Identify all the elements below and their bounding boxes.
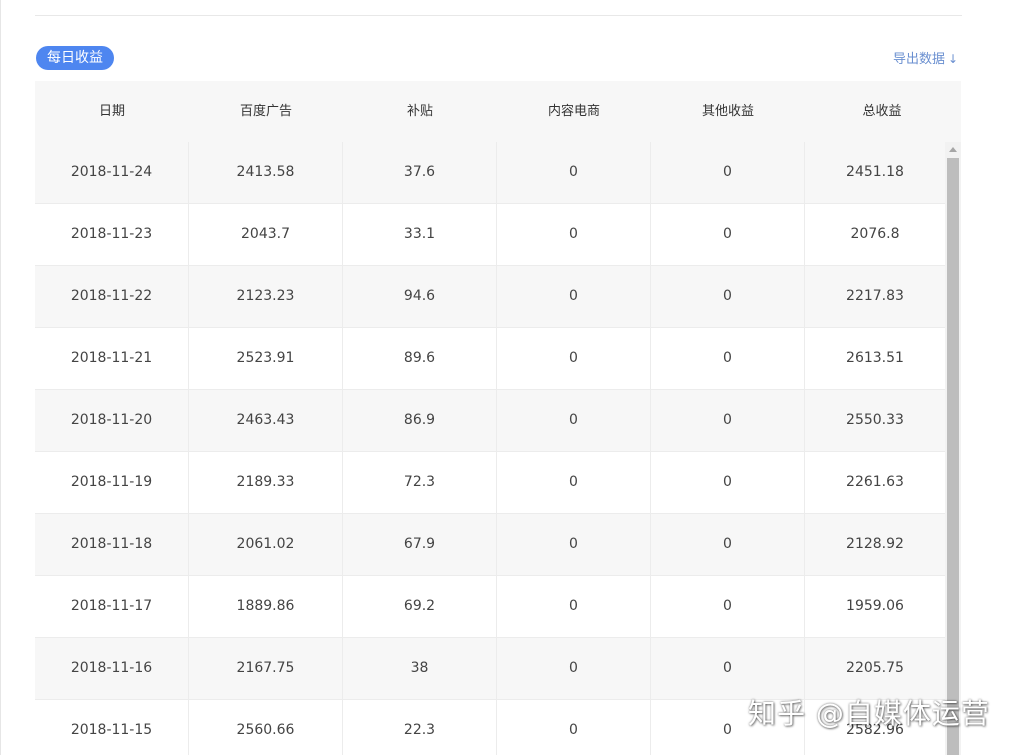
column-header-other-earnings[interactable]: 其他收益 (651, 81, 805, 142)
cell-baidu-ads: 2523.91 (189, 328, 343, 389)
table-row: 2018-11-22 2123.23 94.6 0 0 2217.83 (35, 266, 945, 328)
cell-content-ecommerce: 0 (497, 266, 651, 327)
cell-total-earnings: 2076.8 (850, 226, 900, 242)
table-header: 日期 百度广告 补贴 内容电商 其他收益 总收益 (35, 81, 961, 142)
cell-baidu-ads: 2413.58 (189, 142, 343, 203)
scroll-up-icon[interactable] (949, 147, 957, 152)
cell-total-earnings: 1959.06 (846, 598, 904, 614)
cell-content-ecommerce: 0 (497, 204, 651, 265)
watermark-text: 知乎 @自媒体运营 (748, 697, 990, 730)
cell-date: 2018-11-15 (35, 700, 189, 755)
cell-subsidy: 33.1 (343, 204, 497, 265)
cell-date: 2018-11-24 (35, 142, 189, 203)
cell-baidu-ads: 2167.75 (189, 638, 343, 699)
table-row: 2018-11-18 2061.02 67.9 0 0 2128.92 (35, 514, 945, 576)
cell-baidu-ads: 2463.43 (189, 390, 343, 451)
download-arrow-icon: ↓ (948, 52, 959, 66)
table-row: 2018-11-19 2189.33 72.3 0 0 2261.63 (35, 452, 945, 514)
cell-total-earnings: 2451.18 (846, 164, 904, 180)
top-divider (35, 15, 962, 16)
column-header-baidu-ads[interactable]: 百度广告 (189, 81, 343, 142)
table-row: 2018-11-20 2463.43 86.9 0 0 2550.33 (35, 390, 945, 452)
cell-baidu-ads: 2560.66 (189, 700, 343, 755)
cell-subsidy: 89.6 (343, 328, 497, 389)
cell-subsidy: 37.6 (343, 142, 497, 203)
cell-date: 2018-11-22 (35, 266, 189, 327)
table-scrollbar[interactable] (945, 142, 961, 755)
cell-other-earnings: 0 (651, 576, 805, 637)
cell-content-ecommerce: 0 (497, 390, 651, 451)
export-data-link[interactable]: 导出数据 ↓ (893, 48, 958, 67)
cell-date: 2018-11-18 (35, 514, 189, 575)
cell-content-ecommerce: 0 (497, 142, 651, 203)
cell-total-earnings: 2217.83 (846, 288, 904, 304)
cell-subsidy: 86.9 (343, 390, 497, 451)
cell-total-earnings: 2613.51 (846, 350, 904, 366)
table-row: 2018-11-23 2043.7 33.1 0 0 2076.8 (35, 204, 945, 266)
cell-other-earnings: 0 (651, 204, 805, 265)
cell-baidu-ads: 2043.7 (189, 204, 343, 265)
cell-date: 2018-11-16 (35, 638, 189, 699)
cell-total-earnings: 2550.33 (846, 412, 904, 428)
cell-content-ecommerce: 0 (497, 700, 651, 755)
cell-date: 2018-11-21 (35, 328, 189, 389)
column-header-content-ecommerce[interactable]: 内容电商 (497, 81, 651, 142)
cell-baidu-ads: 1889.86 (189, 576, 343, 637)
table-row: 2018-11-21 2523.91 89.6 0 0 2613.51 (35, 328, 945, 390)
table-row: 2018-11-17 1889.86 69.2 0 0 1959.06 (35, 576, 945, 638)
cell-content-ecommerce: 0 (497, 452, 651, 513)
cell-content-ecommerce: 0 (497, 576, 651, 637)
export-data-label: 导出数据 (893, 52, 946, 67)
column-header-date[interactable]: 日期 (35, 81, 189, 142)
cell-baidu-ads: 2189.33 (189, 452, 343, 513)
cell-date: 2018-11-19 (35, 452, 189, 513)
cell-subsidy: 22.3 (343, 700, 497, 755)
cell-date: 2018-11-17 (35, 576, 189, 637)
table-row: 2018-11-16 2167.75 38 0 0 2205.75 (35, 638, 945, 700)
table-body: 2018-11-24 2413.58 37.6 0 0 2451.18 2018-11-23… (35, 142, 945, 755)
cell-subsidy: 94.6 (343, 266, 497, 327)
cell-subsidy: 67.9 (343, 514, 497, 575)
cell-subsidy: 69.2 (343, 576, 497, 637)
cell-date: 2018-11-20 (35, 390, 189, 451)
daily-earnings-badge: 每日收益 (36, 46, 114, 70)
cell-subsidy: 72.3 (343, 452, 497, 513)
column-header-subsidy[interactable]: 补贴 (343, 81, 497, 142)
cell-other-earnings: 0 (651, 328, 805, 389)
cell-total-earnings: 2128.92 (846, 536, 904, 552)
cell-other-earnings: 0 (651, 514, 805, 575)
earnings-table: 日期 百度广告 补贴 内容电商 其他收益 总收益 2018-11-24 2413.… (35, 81, 961, 755)
cell-baidu-ads: 2123.23 (189, 266, 343, 327)
cell-other-earnings: 0 (651, 452, 805, 513)
cell-date: 2018-11-23 (35, 204, 189, 265)
page-left-border (0, 0, 1, 755)
cell-subsidy: 38 (343, 638, 497, 699)
cell-baidu-ads: 2061.02 (189, 514, 343, 575)
cell-total-earnings: 2205.75 (846, 660, 904, 676)
cell-other-earnings: 0 (651, 142, 805, 203)
column-header-total-earnings[interactable]: 总收益 (805, 81, 959, 142)
cell-other-earnings: 0 (651, 266, 805, 327)
scrollbar-thumb[interactable] (947, 158, 959, 755)
cell-content-ecommerce: 0 (497, 328, 651, 389)
table-row: 2018-11-24 2413.58 37.6 0 0 2451.18 (35, 142, 945, 204)
cell-content-ecommerce: 0 (497, 638, 651, 699)
cell-content-ecommerce: 0 (497, 514, 651, 575)
cell-other-earnings: 0 (651, 638, 805, 699)
cell-total-earnings: 2261.63 (846, 474, 904, 490)
cell-other-earnings: 0 (651, 390, 805, 451)
